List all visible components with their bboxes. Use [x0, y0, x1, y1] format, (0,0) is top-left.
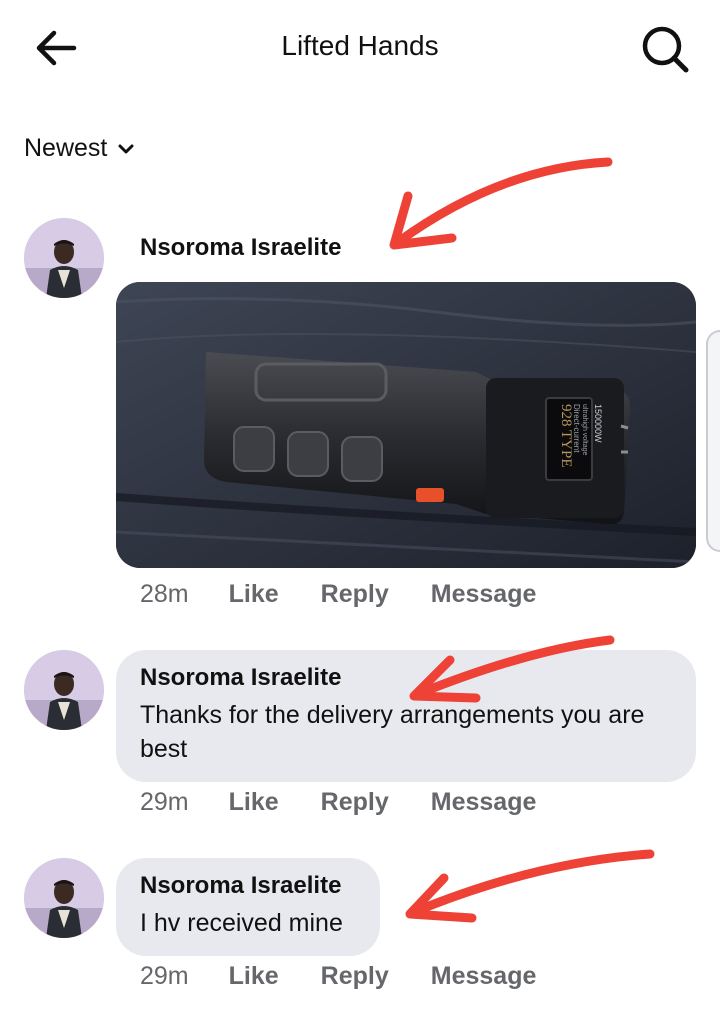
avatar[interactable] — [24, 858, 104, 938]
stun-gun-image: 928 TYPE Direct-current ultrahigh voltag… — [116, 282, 696, 568]
comment-actions: 28m Like Reply Message — [140, 580, 578, 609]
annotation-arrow-3 — [405, 849, 655, 923]
annotation-arrow-1 — [389, 157, 613, 250]
reply-button[interactable]: Reply — [321, 788, 389, 817]
comment-time: 29m — [140, 788, 189, 816]
comment-author[interactable]: Nsoroma Israelite — [140, 872, 356, 900]
comment-time: 28m — [140, 580, 189, 608]
comment-actions: 29m Like Reply Message — [140, 962, 578, 991]
comment-author[interactable]: Nsoroma Israelite — [140, 664, 672, 692]
like-button[interactable]: Like — [229, 580, 279, 609]
search-button[interactable] — [636, 22, 692, 74]
message-button[interactable]: Message — [431, 962, 537, 991]
sort-dropdown[interactable]: Newest — [24, 134, 135, 163]
message-button[interactable]: Message — [431, 788, 537, 817]
avatar-image — [24, 650, 104, 730]
like-button[interactable]: Like — [229, 962, 279, 991]
comment-author[interactable]: Nsoroma Israelite — [140, 234, 341, 262]
page-title: Lifted Hands — [281, 30, 439, 61]
device-rating-label: 150000W — [593, 404, 603, 443]
comment-time: 29m — [140, 962, 189, 990]
chevron-down-icon — [118, 144, 134, 153]
avatar-image — [24, 218, 104, 298]
device-model-label: 928 TYPE — [558, 404, 574, 467]
top-bar: Lifted Hands — [0, 0, 720, 96]
message-button[interactable]: Message — [431, 580, 537, 609]
avatar[interactable] — [24, 650, 104, 730]
search-icon — [642, 26, 689, 73]
reply-button[interactable]: Reply — [321, 962, 389, 991]
avatar-image — [24, 858, 104, 938]
comment-photo[interactable]: 928 TYPE Direct-current ultrahigh voltag… — [116, 282, 696, 568]
comment-bubble[interactable]: Nsoroma Israelite I hv received mine — [116, 858, 380, 956]
comment-bubble[interactable]: Nsoroma Israelite Thanks for the deliver… — [116, 650, 696, 782]
comment-text: I hv received mine — [140, 909, 343, 937]
sort-label: Newest — [24, 134, 108, 162]
like-button[interactable]: Like — [229, 788, 279, 817]
avatar[interactable] — [24, 218, 104, 298]
device-line2-label: ultrahigh voltage — [581, 404, 588, 455]
comment-text: Thanks for the delivery arrangements you… — [140, 701, 645, 763]
side-scroll-handle[interactable] — [706, 330, 720, 552]
device-line1-label: Direct-current — [572, 404, 581, 453]
reply-button[interactable]: Reply — [321, 580, 389, 609]
comment-actions: 29m Like Reply Message — [140, 788, 578, 817]
